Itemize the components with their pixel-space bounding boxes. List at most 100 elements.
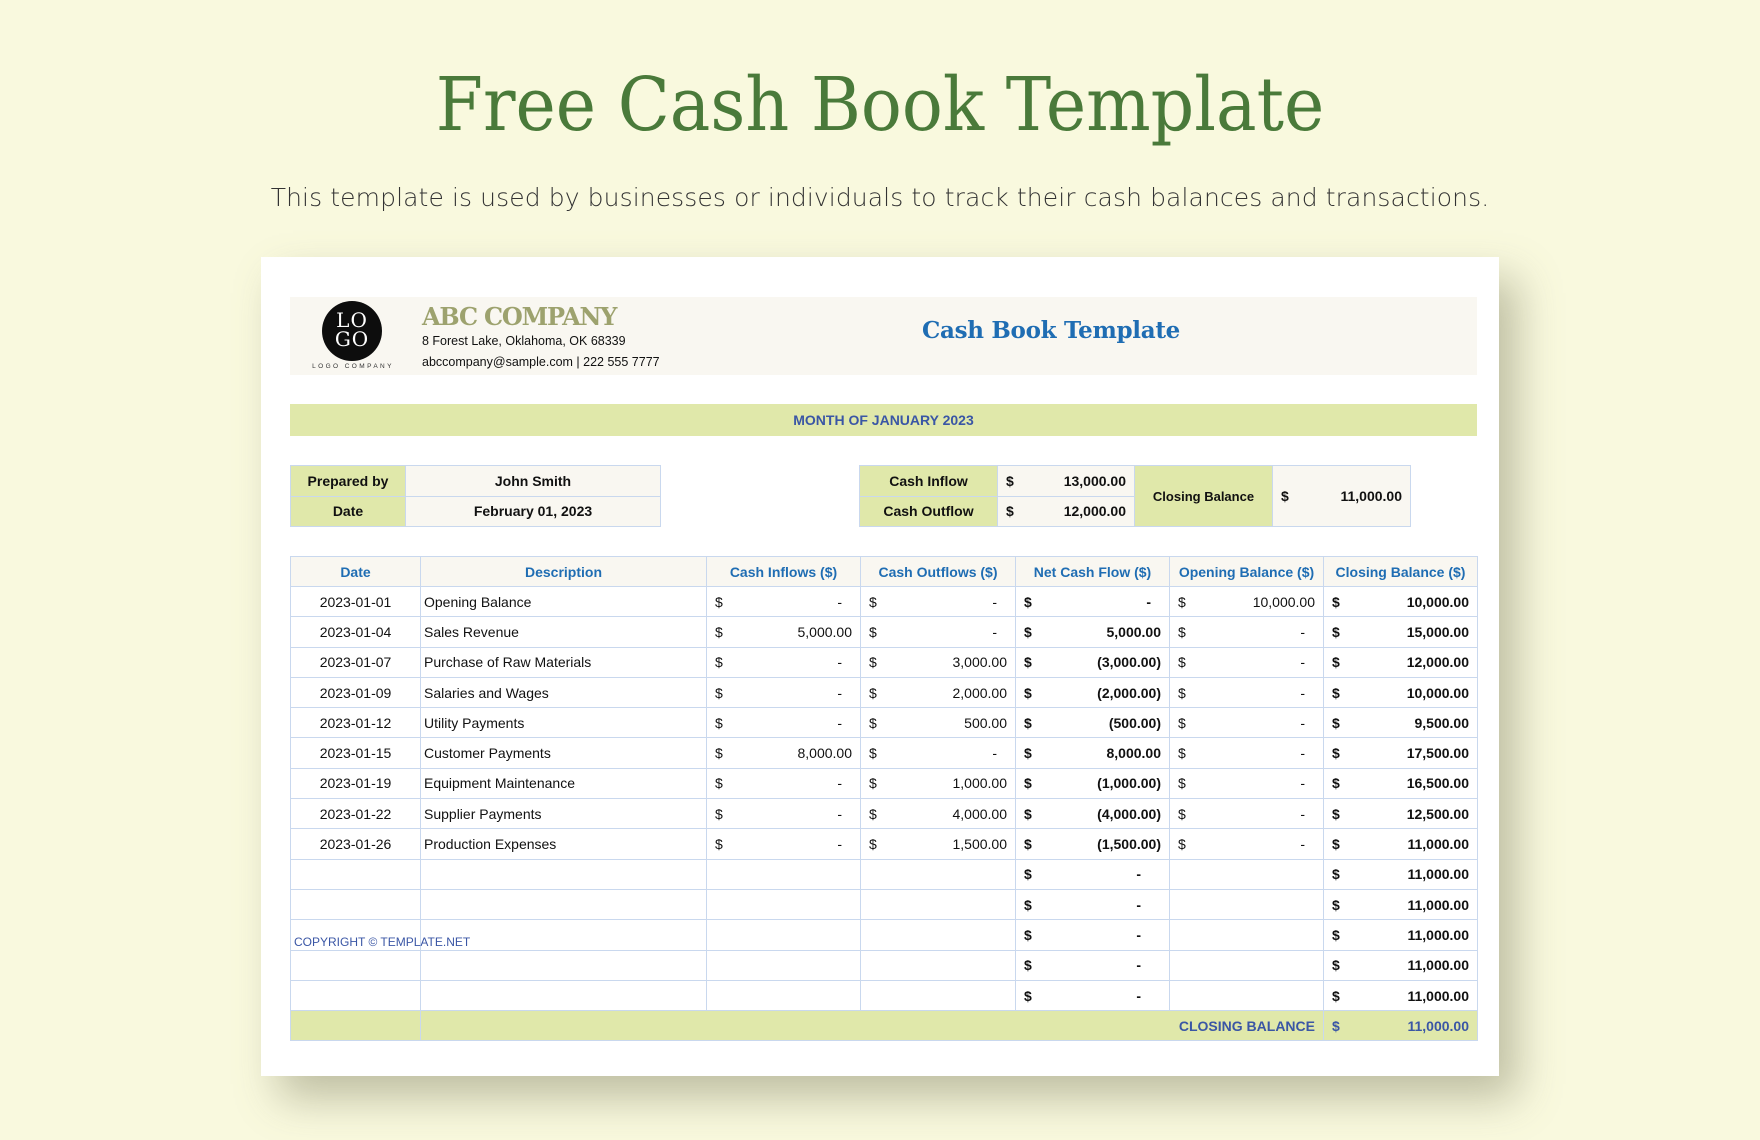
date-cell[interactable]: 2023-01-07 [290,646,421,678]
closing-balance-cell[interactable]: $11,000.00 [1323,828,1478,860]
amount-value: - [1136,896,1141,913]
cash-inflow-cell[interactable] [706,979,861,1012]
cash-outflow-cell[interactable]: $ - [860,585,1016,618]
cash-outflow-cell[interactable]: $500.00 [860,707,1016,739]
date-cell[interactable]: 2023-01-19 [290,767,421,800]
opening-balance-cell[interactable]: $ - [1169,676,1324,709]
description-cell[interactable]: Salaries and Wages [420,676,707,709]
cash-inflow-cell[interactable]: $ - [706,676,861,709]
date-cell[interactable]: 2023-01-12 [290,707,421,739]
cash-inflow-cell[interactable]: $ - [706,828,861,860]
cash-inflow-cell[interactable]: $ - [706,585,861,618]
net-cash-flow-cell[interactable]: $ (1,000.00) [1015,767,1170,800]
description-cell[interactable]: Purchase of Raw Materials [420,646,707,678]
description-cell[interactable]: Sales Revenue [420,616,707,648]
cash-outflow-cell[interactable]: $3,000.00 [860,646,1016,678]
closing-balance-cell[interactable]: $10,000.00 [1323,676,1478,709]
opening-balance-cell[interactable]: $ - [1169,828,1324,860]
closing-balance-cell[interactable]: $16,500.00 [1323,767,1478,800]
opening-balance-cell[interactable] [1169,858,1324,890]
net-cash-flow-cell[interactable]: $ (1,500.00) [1015,828,1170,860]
opening-balance-cell[interactable]: $ - [1169,707,1324,739]
closing-balance-cell[interactable]: $17,500.00 [1323,737,1478,769]
description-cell[interactable]: Production Expenses [420,828,707,860]
cash-inflow-cell[interactable]: $ - [706,646,861,678]
cash-outflow-cell[interactable] [860,949,1016,981]
closing-balance-cell[interactable]: $12,000.00 [1323,646,1478,678]
closing-balance-cell[interactable]: $11,000.00 [1323,979,1478,1012]
closing-balance-cell[interactable]: $12,500.00 [1323,798,1478,830]
date-cell[interactable] [290,858,421,890]
description-cell[interactable] [420,858,707,890]
cash-inflow-cell[interactable] [706,888,861,921]
opening-balance-cell[interactable] [1169,949,1324,981]
date-cell[interactable]: 2023-01-04 [290,616,421,648]
closing-balance-cell[interactable]: $11,000.00 [1323,888,1478,921]
net-cash-flow-cell[interactable]: $5,000.00 [1015,616,1170,648]
description-cell[interactable]: Supplier Payments [420,798,707,830]
description-cell[interactable] [420,888,707,921]
description-cell[interactable] [420,949,707,981]
cash-outflow-cell[interactable] [860,979,1016,1012]
net-cash-flow-cell[interactable]: $ - [1015,888,1170,921]
date-cell[interactable] [290,979,421,1012]
closing-balance-cell[interactable]: $10,000.00 [1323,585,1478,618]
closing-balance-cell[interactable]: $15,000.00 [1323,616,1478,648]
opening-balance-cell[interactable] [1169,919,1324,951]
date-cell[interactable]: 2023-01-09 [290,676,421,709]
cash-outflow-cell[interactable]: $2,000.00 [860,676,1016,709]
net-cash-flow-cell[interactable]: $8,000.00 [1015,737,1170,769]
prepared-by-value[interactable]: John Smith [405,465,661,497]
opening-balance-cell[interactable]: $ - [1169,646,1324,678]
cash-inflow-cell[interactable]: $5,000.00 [706,616,861,648]
cash-outflow-cell[interactable]: $ - [860,616,1016,648]
net-cash-flow-cell[interactable]: $ - [1015,979,1170,1012]
net-cash-flow-cell[interactable]: $ (4,000.00) [1015,798,1170,830]
cash-inflow-cell[interactable]: $ - [706,707,861,739]
opening-balance-cell[interactable]: $ - [1169,798,1324,830]
opening-balance-cell[interactable]: $ - [1169,737,1324,769]
currency-symbol: $ [1178,593,1186,610]
cash-inflow-cell[interactable] [706,949,861,981]
cash-inflow-cell[interactable]: $8,000.00 [706,737,861,769]
closing-balance-cell[interactable]: $11,000.00 [1323,949,1478,981]
date-cell[interactable]: 2023-01-22 [290,798,421,830]
description-cell[interactable]: Customer Payments [420,737,707,769]
cash-outflow-cell[interactable]: $1,000.00 [860,767,1016,800]
cash-outflow-cell[interactable]: $4,000.00 [860,798,1016,830]
net-cash-flow-cell[interactable]: $ (2,000.00) [1015,676,1170,709]
date-cell[interactable]: 2023-01-01 [290,585,421,618]
description-cell[interactable] [420,979,707,1012]
opening-balance-cell[interactable] [1169,888,1324,921]
opening-balance-cell[interactable]: $10,000.00 [1169,585,1324,618]
date-cell[interactable]: 2023-01-26 [290,828,421,860]
net-cash-flow-cell[interactable]: $ (3,000.00) [1015,646,1170,678]
net-cash-flow-cell[interactable]: $ - [1015,585,1170,618]
closing-balance-cell[interactable]: $9,500.00 [1323,707,1478,739]
cash-inflow-cell[interactable] [706,858,861,890]
net-cash-flow-cell[interactable]: $ (500.00) [1015,707,1170,739]
cash-inflow-cell[interactable]: $ - [706,798,861,830]
date-cell[interactable] [290,949,421,981]
cash-outflow-cell[interactable] [860,919,1016,951]
closing-balance-cell[interactable]: $11,000.00 [1323,919,1478,951]
net-cash-flow-cell[interactable]: $ - [1015,919,1170,951]
date-cell[interactable]: 2023-01-15 [290,737,421,769]
cash-inflow-cell[interactable]: $ - [706,767,861,800]
cash-outflow-cell[interactable] [860,888,1016,921]
cash-outflow-cell[interactable]: $1,500.00 [860,828,1016,860]
opening-balance-cell[interactable]: $ - [1169,616,1324,648]
description-cell[interactable]: Utility Payments [420,707,707,739]
net-cash-flow-cell[interactable]: $ - [1015,949,1170,981]
description-cell[interactable]: Opening Balance [420,585,707,618]
opening-balance-cell[interactable] [1169,979,1324,1012]
description-cell[interactable]: Equipment Maintenance [420,767,707,800]
cash-outflow-cell[interactable]: $ - [860,737,1016,769]
cash-inflow-cell[interactable] [706,919,861,951]
opening-balance-cell[interactable]: $ - [1169,767,1324,800]
net-cash-flow-cell[interactable]: $ - [1015,858,1170,890]
cash-outflow-cell[interactable] [860,858,1016,890]
date-cell[interactable] [290,888,421,921]
closing-balance-cell[interactable]: $11,000.00 [1323,858,1478,890]
date-value[interactable]: February 01, 2023 [405,495,661,527]
